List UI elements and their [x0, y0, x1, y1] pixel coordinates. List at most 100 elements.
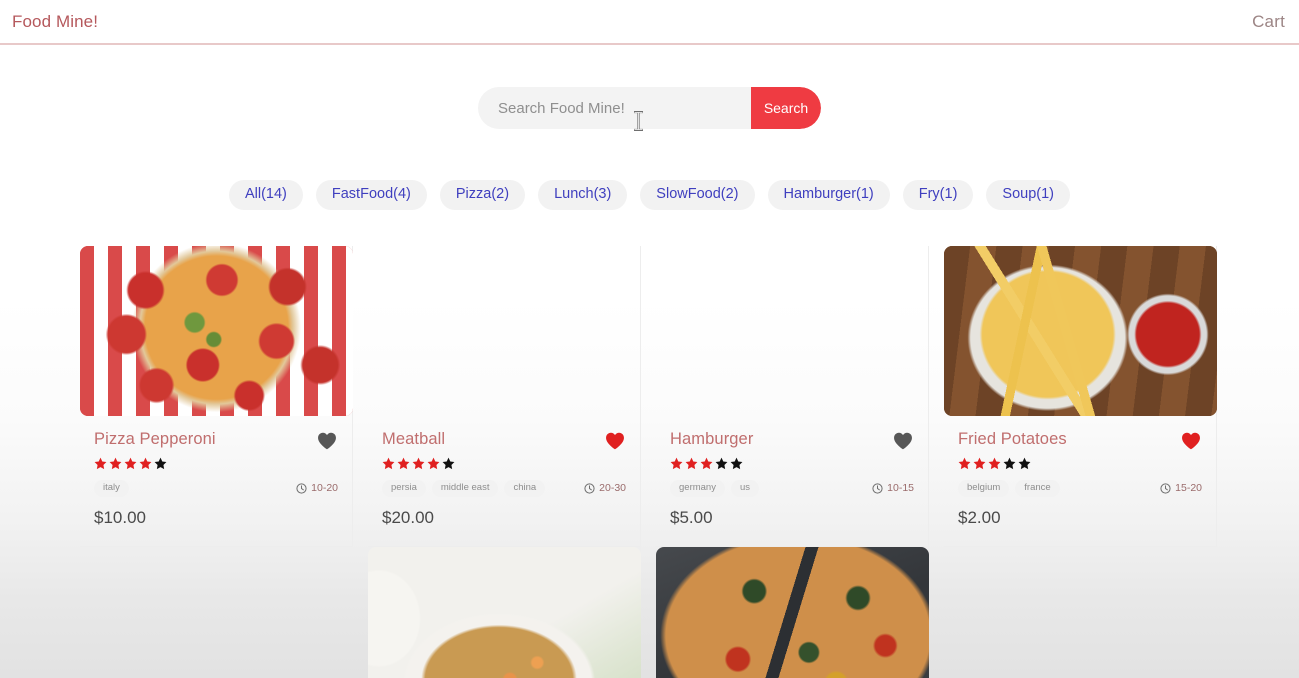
star-icon [973, 457, 986, 470]
tag-fastfood[interactable]: FastFood(4) [315, 180, 427, 210]
cook-time: 10-20 [296, 482, 338, 494]
cook-time: 10-15 [872, 482, 914, 494]
food-name[interactable]: Meatball [382, 430, 445, 449]
star-icon [700, 457, 713, 470]
tag-hamburger[interactable]: Hamburger(1) [767, 180, 890, 210]
chicken-soup-photo [368, 546, 641, 678]
food-card[interactable] [656, 546, 929, 678]
rating-stars[interactable] [670, 457, 914, 470]
food-card[interactable]: Fried Potatoes belgium france 15-20 $2.00 [944, 246, 1217, 547]
food-price: $5.00 [670, 507, 713, 527]
cook-time: 20-30 [584, 482, 626, 494]
site-header: Food Mine! Cart [0, 0, 1299, 45]
origin-tag[interactable]: france [1015, 480, 1060, 497]
favorite-heart-icon[interactable] [604, 431, 626, 451]
star-icon [442, 457, 455, 470]
star-icon [154, 457, 167, 470]
star-icon [382, 457, 395, 470]
star-icon [412, 457, 425, 470]
star-icon [109, 457, 122, 470]
food-card[interactable]: Pizza Pepperoni italy 10-20 $10.00 [80, 246, 353, 547]
origin-tag[interactable]: germany [670, 480, 725, 497]
search-input[interactable] [478, 87, 751, 129]
food-photo[interactable] [368, 246, 641, 416]
favorite-heart-icon[interactable] [892, 431, 914, 451]
star-icon [730, 457, 743, 470]
origin-tag[interactable]: italy [94, 480, 129, 497]
food-card-body: Meatball persia middle east china 20-30 $20.0… [382, 416, 626, 528]
tag-filter-list: All(14) FastFood(4) Pizza(2) Lunch(3) Sl… [0, 180, 1299, 210]
tag-fry[interactable]: Fry(1) [902, 180, 974, 210]
clock-icon [1160, 483, 1171, 494]
cart-link[interactable]: Cart [1252, 12, 1285, 32]
favorite-heart-icon[interactable] [316, 431, 338, 451]
food-card-grid: Pizza Pepperoni italy 10-20 $10.00 Meatball p… [80, 246, 1220, 678]
food-photo[interactable] [944, 246, 1217, 416]
rating-stars[interactable] [382, 457, 626, 470]
tag-slowfood[interactable]: SlowFood(2) [640, 180, 755, 210]
clock-icon [584, 483, 595, 494]
star-icon [715, 457, 728, 470]
tag-pizza[interactable]: Pizza(2) [439, 180, 526, 210]
app-page: Food Mine! Cart Search All(14) FastFood(… [0, 0, 1299, 678]
food-name[interactable]: Pizza Pepperoni [94, 430, 216, 449]
food-photo[interactable] [656, 246, 929, 416]
tag-all[interactable]: All(14) [228, 180, 303, 210]
fried-potatoes-photo [944, 246, 1217, 416]
food-price: $20.00 [382, 507, 434, 527]
food-name[interactable]: Fried Potatoes [958, 430, 1067, 449]
pizza-pepperoni-photo [80, 246, 353, 416]
tag-soup[interactable]: Soup(1) [986, 180, 1071, 210]
origin-tag[interactable]: china [504, 480, 546, 497]
search-bar: Search [478, 87, 821, 131]
cook-time-text: 20-30 [599, 482, 626, 495]
origin-tag-list: belgium france [958, 480, 1060, 497]
origin-tag[interactable]: belgium [958, 480, 1010, 497]
food-card-body: Hamburger germany us 10-15 $5.00 [670, 416, 914, 528]
food-name[interactable]: Hamburger [670, 430, 753, 449]
origin-tag-list: persia middle east china [382, 480, 546, 497]
origin-tag[interactable]: us [730, 480, 760, 497]
brand-logo[interactable]: Food Mine! [12, 12, 98, 32]
food-title-row: Meatball [382, 430, 626, 451]
star-icon [397, 457, 410, 470]
cook-time-text: 10-20 [311, 482, 338, 495]
search-button[interactable]: Search [751, 87, 821, 129]
star-icon [685, 457, 698, 470]
hamburger-photo [656, 246, 929, 416]
favorite-heart-icon[interactable] [1180, 431, 1202, 451]
origin-tag[interactable]: middle east [431, 480, 499, 497]
food-photo[interactable] [80, 246, 353, 416]
food-title-row: Fried Potatoes [958, 430, 1202, 451]
food-meta-row: germany us 10-15 [670, 480, 914, 497]
food-card[interactable]: Meatball persia middle east china 20-30 $20.0… [368, 246, 641, 547]
meatball-photo [368, 246, 641, 416]
cook-time-text: 10-15 [887, 482, 914, 495]
food-card-body: Fried Potatoes belgium france 15-20 $2.00 [958, 416, 1202, 528]
food-price: $2.00 [958, 507, 1001, 527]
food-meta-row: belgium france 15-20 [958, 480, 1202, 497]
food-price: $10.00 [94, 507, 146, 527]
tag-lunch[interactable]: Lunch(3) [538, 180, 628, 210]
rating-stars[interactable] [958, 457, 1202, 470]
rating-stars[interactable] [94, 457, 338, 470]
food-photo[interactable] [368, 546, 641, 678]
origin-tag-list: germany us [670, 480, 760, 497]
food-meta-row: persia middle east china 20-30 [382, 480, 626, 497]
grid-spacer [80, 547, 353, 678]
star-icon [124, 457, 137, 470]
food-card[interactable] [368, 546, 641, 678]
origin-tag[interactable]: persia [382, 480, 426, 497]
star-icon [139, 457, 152, 470]
origin-tag-list: italy [94, 480, 129, 497]
star-icon [427, 457, 440, 470]
star-icon [1003, 457, 1016, 470]
star-icon [988, 457, 1001, 470]
vegetable-pizza-photo [656, 546, 929, 678]
food-photo[interactable] [656, 546, 929, 678]
food-card[interactable]: Hamburger germany us 10-15 $5.00 [656, 246, 929, 547]
food-card-body: Pizza Pepperoni italy 10-20 $10.00 [94, 416, 338, 528]
star-icon [958, 457, 971, 470]
cook-time: 15-20 [1160, 482, 1202, 494]
cook-time-text: 15-20 [1175, 482, 1202, 495]
